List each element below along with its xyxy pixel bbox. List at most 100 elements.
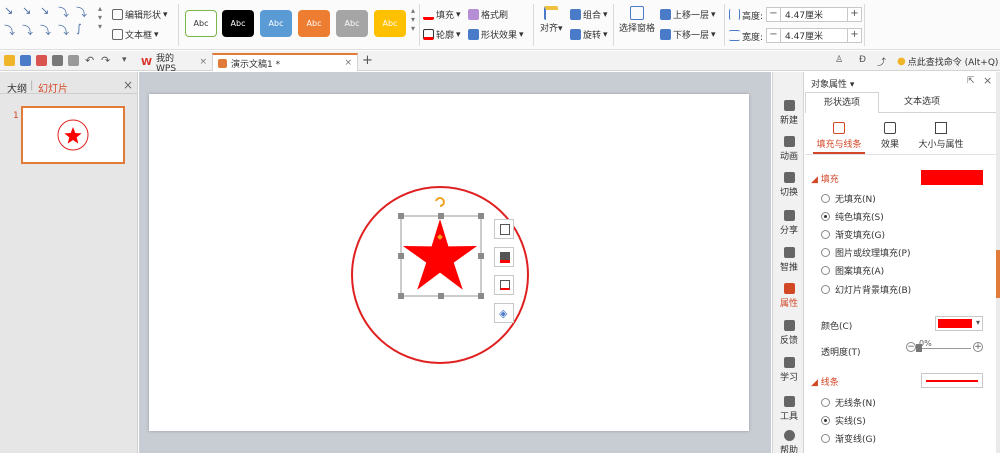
undo-icon[interactable]: ↶ — [85, 54, 94, 67]
radio-button[interactable] — [821, 285, 830, 294]
decrease-icon[interactable]: − — [906, 342, 916, 352]
dock-icon[interactable]: ⇱ — [967, 76, 975, 86]
transparency-slider[interactable] — [916, 344, 971, 352]
strip-item-transition[interactable]: 切换 — [773, 172, 805, 198]
slider-thumb[interactable] — [916, 344, 922, 352]
fill-option-none[interactable]: 无填充(N) — [821, 192, 876, 205]
group-button[interactable]: 组合 ▾ — [570, 8, 608, 21]
styles-scroll-icon[interactable]: ▴ ▾ ▾ — [411, 6, 415, 33]
search-command[interactable]: ● 点此查找命令 (Alt+Q) — [897, 55, 998, 68]
save-icon[interactable] — [20, 55, 31, 66]
radio-button[interactable] — [821, 212, 830, 221]
rotate-button[interactable]: 旋转 ▾ — [570, 28, 608, 41]
strip-item-feedback[interactable]: 反馈 — [773, 320, 805, 346]
line-option-none[interactable]: 无线条(N) — [821, 396, 876, 409]
subtab-effect[interactable]: 效果 — [875, 122, 905, 150]
align-button[interactable]: 对齐▾ — [540, 6, 563, 34]
strip-item-learn[interactable]: 学习 — [773, 357, 805, 383]
fill-option-pattern[interactable]: 图案填充(A) — [821, 264, 884, 277]
width-decrease-button[interactable]: − — [767, 29, 781, 42]
subtab-size[interactable]: 大小与属性 — [915, 122, 967, 150]
line-shapes-gallery[interactable]: ↘ ↘ ↘ ⤵ ⤵ ⤵ ⤵ ⤵ ⤵ ∫ — [4, 4, 96, 44]
bring-forward-button[interactable]: 上移一层 ▾ — [660, 8, 716, 21]
slide[interactable]: ◈ — [149, 94, 749, 431]
radio-button[interactable] — [821, 398, 830, 407]
send-backward-button[interactable]: 下移一层 ▾ — [660, 28, 716, 41]
height-field[interactable]: − 4.47厘米 + — [766, 7, 862, 22]
close-icon[interactable]: × — [199, 57, 207, 67]
shape-style-blue[interactable]: Abc — [260, 10, 292, 37]
section-fill-header[interactable]: ◢ 填充 — [811, 172, 839, 185]
close-icon[interactable]: × — [983, 74, 992, 87]
radio-button[interactable] — [821, 230, 830, 239]
skin-icon[interactable]: ♙ — [835, 55, 843, 65]
line-option-gradient[interactable]: 渐变线(G) — [821, 432, 876, 445]
customize-dropdown-icon[interactable]: ▾ — [122, 55, 127, 65]
height-decrease-button[interactable]: − — [767, 8, 781, 21]
shape-effect-button[interactable]: 形状效果 ▾ — [468, 28, 524, 41]
quick-layers-button[interactable]: ◈ — [494, 303, 514, 323]
radio-button[interactable] — [821, 434, 830, 443]
quick-fill-button[interactable] — [494, 247, 514, 267]
fill-option-solid[interactable]: 纯色填充(S) — [821, 210, 884, 223]
pane-scrollbar[interactable] — [996, 72, 1000, 453]
quick-outline-button[interactable] — [494, 275, 514, 295]
open-icon[interactable] — [4, 55, 15, 66]
cloud-icon[interactable]: Ð — [859, 55, 866, 65]
fill-color-swatch[interactable] — [921, 170, 983, 185]
slide-thumbnail[interactable] — [21, 106, 125, 164]
close-icon[interactable]: × — [123, 78, 133, 92]
strip-item-recommend[interactable]: 智推 — [773, 247, 805, 273]
red-star-shape[interactable] — [402, 219, 478, 290]
strip-item-properties[interactable]: 属性 — [773, 283, 805, 309]
tab-text-options[interactable]: 文本选项 — [885, 92, 959, 113]
height-input[interactable]: 4.47厘米 — [781, 8, 847, 21]
scroll-thumb[interactable] — [996, 250, 1000, 298]
width-field[interactable]: − 4.47厘米 + — [766, 28, 862, 43]
strip-item-share[interactable]: 分享 — [773, 210, 805, 236]
radio-button[interactable] — [821, 266, 830, 275]
tab-my-wps[interactable]: W 我的WPS × — [136, 53, 212, 74]
shape-style-orange[interactable]: Abc — [298, 10, 330, 37]
pane-title[interactable]: 对象属性 ▾ — [811, 77, 854, 90]
shape-style-gold[interactable]: Abc — [374, 10, 406, 37]
height-increase-button[interactable]: + — [847, 8, 861, 21]
new-tab-button[interactable]: + — [362, 53, 373, 68]
format-painter-button[interactable]: 格式刷 — [468, 8, 508, 21]
close-icon[interactable]: × — [344, 58, 352, 68]
section-line-header[interactable]: ◢ 线条 — [811, 375, 839, 388]
tab-presentation[interactable]: 演示文稿1 * × — [212, 53, 358, 71]
edit-shape-button[interactable]: 编辑形状 ▾ — [112, 8, 168, 21]
shape-style-white[interactable]: Abc — [185, 10, 217, 37]
export-pdf-icon[interactable] — [36, 55, 47, 66]
strip-item-animation[interactable]: 动画 — [773, 136, 805, 162]
print-icon[interactable] — [52, 55, 63, 66]
strip-item-help[interactable]: 帮助 — [773, 430, 805, 453]
redo-icon[interactable]: ↷ — [101, 54, 110, 67]
print-preview-icon[interactable] — [68, 55, 79, 66]
radio-button[interactable] — [821, 416, 830, 425]
share-icon[interactable]: ⤴ — [877, 55, 886, 68]
width-increase-button[interactable]: + — [847, 29, 861, 42]
outline-button[interactable]: 轮廓 ▾ — [423, 28, 461, 41]
tab-shape-options[interactable]: 形状选项 — [805, 92, 879, 113]
fill-option-slide-bg[interactable]: 幻灯片背景填充(B) — [821, 283, 911, 296]
rotate-handle-icon[interactable] — [435, 197, 445, 207]
increase-icon[interactable]: + — [973, 342, 983, 352]
subtab-fill-line[interactable]: 填充与线条 — [811, 122, 867, 150]
fill-option-picture[interactable]: 图片或纹理填充(P) — [821, 246, 910, 259]
line-color-swatch[interactable] — [921, 373, 983, 388]
text-box-button[interactable]: 文本框 ▾ — [112, 28, 159, 41]
shape-style-black[interactable]: Abc — [222, 10, 254, 37]
line-option-solid[interactable]: 实线(S) — [821, 414, 866, 427]
selection-pane-button[interactable]: 选择窗格 — [619, 6, 655, 34]
strip-item-tools[interactable]: 工具 — [773, 396, 805, 422]
strip-item-new[interactable]: 新建 — [773, 100, 805, 126]
radio-button[interactable] — [821, 248, 830, 257]
width-input[interactable]: 4.47厘米 — [781, 29, 847, 42]
quick-style-button[interactable] — [494, 219, 514, 239]
gallery-scroll-icon[interactable]: ▴ ▾ ▾ — [98, 4, 102, 31]
radio-button[interactable] — [821, 194, 830, 203]
color-picker[interactable]: ▾ — [935, 316, 983, 331]
fill-button[interactable]: 填充 ▾ — [423, 8, 461, 21]
